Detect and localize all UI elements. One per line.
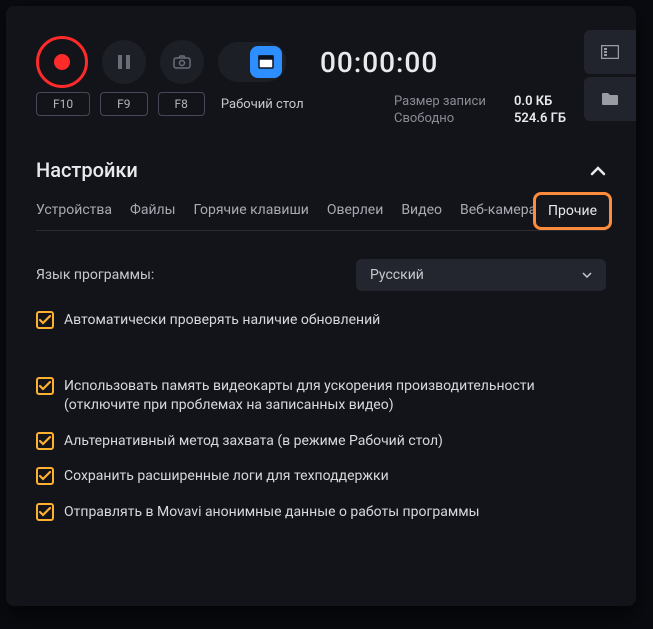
check-anon-data-label: Отправлять в Movavi анонимные данные о р… xyxy=(64,503,479,523)
language-value: Русский xyxy=(370,267,424,283)
tab-overlays[interactable]: Оверлеи xyxy=(327,202,383,218)
check-anon-data[interactable] xyxy=(36,503,54,521)
tab-video[interactable]: Видео xyxy=(401,202,442,218)
desktop-mode-icon xyxy=(250,46,282,78)
tab-devices[interactable]: Устройства xyxy=(36,202,112,218)
library-button[interactable] xyxy=(584,30,636,74)
record-button[interactable] xyxy=(36,36,88,88)
screenshot-button[interactable] xyxy=(160,40,204,84)
chevron-down-icon xyxy=(582,272,592,278)
language-label: Язык программы: xyxy=(36,267,154,283)
language-select[interactable]: Русский xyxy=(356,259,606,291)
settings-tabs: Устройства Файлы Горячие клавиши Оверлеи… xyxy=(36,202,606,231)
tab-files[interactable]: Файлы xyxy=(130,202,175,218)
check-auto-updates-label: Автоматически проверять наличие обновлен… xyxy=(64,311,380,331)
check-ext-logs[interactable] xyxy=(36,467,54,485)
collapse-button[interactable] xyxy=(590,161,606,180)
free-space-value: 524.6 ГБ xyxy=(514,111,566,126)
mode-toggle[interactable] xyxy=(218,42,286,82)
hotkey-pause[interactable]: F9 xyxy=(100,92,147,116)
record-size-value: 0.0 КБ xyxy=(514,94,552,109)
record-size-label: Размер записи xyxy=(394,94,494,109)
check-alt-capture[interactable] xyxy=(36,432,54,450)
check-ext-logs-label: Сохранить расширенные логи для техподдер… xyxy=(64,467,389,487)
check-auto-updates[interactable] xyxy=(36,311,54,329)
timer-display: 00:00:00 xyxy=(320,46,438,79)
check-gpu-accel-label: Использовать память видеокарты для ускор… xyxy=(64,377,606,416)
pause-button[interactable] xyxy=(102,40,146,84)
check-alt-capture-label: Альтернативный метод захвата (в режиме Р… xyxy=(64,432,443,452)
hotkey-record[interactable]: F10 xyxy=(36,92,90,116)
tab-hotkeys[interactable]: Горячие клавиши xyxy=(193,202,308,218)
check-gpu-accel[interactable] xyxy=(36,377,54,395)
tab-webcam[interactable]: Веб-камера xyxy=(460,202,536,218)
hotkey-screenshot[interactable]: F8 xyxy=(158,92,205,116)
free-space-label: Свободно xyxy=(394,111,494,126)
tab-other[interactable]: Прочие xyxy=(533,192,612,230)
settings-title: Настройки xyxy=(36,158,138,182)
folder-button[interactable] xyxy=(584,77,636,121)
mode-label: Рабочий стол xyxy=(221,97,304,112)
